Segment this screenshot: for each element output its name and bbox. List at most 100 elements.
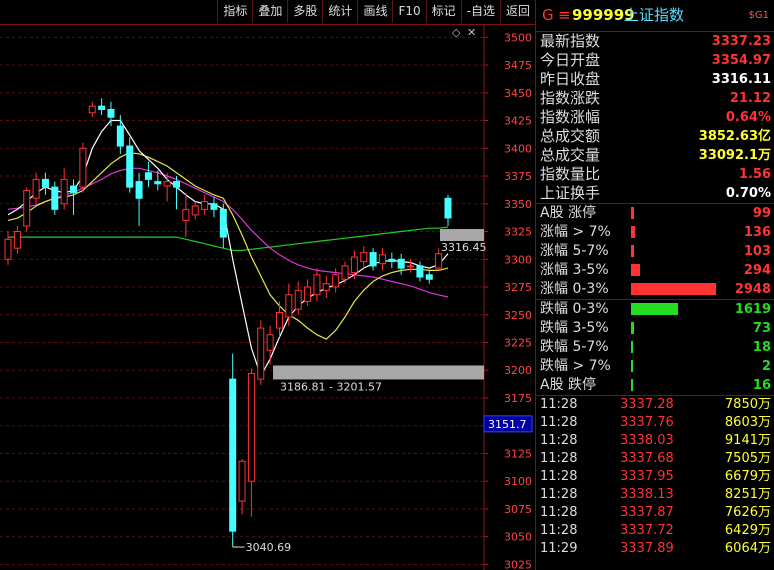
tick-volume: 7626万 (724, 505, 771, 520)
candle-body (60, 178, 68, 205)
dist-value: 136 (743, 225, 771, 240)
y-tick-label: 3100 (504, 475, 532, 488)
candle-body (126, 145, 134, 188)
y-tick-label: 3300 (504, 253, 532, 266)
security-name: 上证指数 (624, 6, 685, 24)
candle-body (341, 265, 349, 280)
dist-value: 294 (743, 263, 771, 278)
quote-label: 总成交量 (540, 146, 601, 164)
group-mark: G (542, 6, 554, 24)
dist-value: 2948 (734, 282, 771, 297)
candle-body (32, 178, 40, 199)
ma-green-line (8, 226, 449, 251)
dist-row: A股 涨停 99 (536, 204, 774, 223)
quote-header: G ≡ 999999 上证指数 $G1 (536, 0, 774, 32)
quote-value: 3337.23 (711, 34, 771, 49)
candle-body (313, 274, 321, 296)
candle-body (294, 289, 302, 310)
dist-bar (631, 379, 633, 391)
dist-row: 涨幅 > 7% 136 (536, 223, 774, 242)
tick-price: 3337.95 (620, 469, 674, 484)
tick-row: 11:28 3337.68 7505万 (536, 450, 774, 468)
y-tick-label: 3275 (504, 281, 532, 294)
dist-label: 跌幅 3-5% (540, 320, 609, 336)
dist-bar (631, 303, 678, 315)
menu-icon[interactable]: ≡ (558, 0, 571, 31)
quote-value: 0.70% (725, 186, 771, 201)
tick-list: 11:28 3337.28 7850万 11:28 3337.76 8603万 11:28 3… (536, 396, 774, 558)
quote-value: 21.12 (729, 91, 771, 106)
dist-row: 跌幅 5-7% 18 (536, 338, 774, 357)
tick-time: 11:28 (540, 415, 578, 430)
candle-body (275, 312, 283, 329)
candle-body (173, 181, 181, 188)
y-tick-label: 3125 (504, 447, 532, 460)
dist-value: 73 (752, 321, 771, 336)
dist-value: 2 (761, 359, 771, 374)
tick-price: 3338.03 (620, 433, 674, 448)
dist-row: A股 跌停 16 (536, 376, 774, 395)
tick-time: 11:29 (540, 541, 578, 556)
candle-body (416, 265, 424, 278)
tick-row: 11:29 3337.89 6064万 (536, 540, 774, 558)
candle-body (41, 178, 49, 188)
tick-volume: 8251万 (724, 487, 771, 502)
kline-chart[interactable]: 3500 3475 3450 3425 3400 3375 3350 3325 3300 3275… (0, 0, 535, 570)
tick-volume: 6064万 (724, 541, 771, 556)
quote-value: 3354.97 (711, 53, 771, 68)
dist-row: 涨幅 3-5% 294 (536, 261, 774, 280)
dist-value: 16 (752, 378, 771, 393)
candle-body (79, 147, 87, 188)
candle-body (154, 181, 162, 185)
quote-value: 1.56 (738, 167, 771, 182)
tick-volume: 6679万 (724, 469, 771, 484)
tick-time: 11:28 (540, 469, 578, 484)
candle-body (107, 108, 115, 118)
tick-time: 11:28 (540, 433, 578, 448)
quote-row: 今日开盘 3354.97 (536, 51, 774, 70)
dist-row: 涨幅 0-3% 2948 (536, 280, 774, 299)
candle-body (407, 265, 415, 268)
y-tick-label: 3375 (504, 170, 532, 183)
candle-body (135, 181, 143, 199)
y-tick-label: 3450 (504, 87, 532, 100)
dist-bar (631, 226, 635, 238)
candle-body (369, 252, 377, 267)
candle-body (388, 258, 396, 262)
quote-value: 3852.63亿 (698, 129, 771, 144)
quote-value: 33092.1万 (698, 148, 771, 163)
tick-row: 11:28 3337.95 6679万 (536, 468, 774, 486)
candle-body (191, 205, 199, 216)
y-tick-label: 3225 (504, 337, 532, 350)
dist-label: 涨幅 5-7% (540, 243, 609, 259)
tick-volume: 7505万 (724, 451, 771, 466)
dist-bar (631, 207, 634, 219)
dist-bar (631, 264, 640, 276)
candle-body (210, 203, 218, 210)
y-tick-label: 3325 (504, 226, 532, 239)
dist-row: 涨幅 5-7% 103 (536, 242, 774, 261)
y-tick-label: 3350 (504, 198, 532, 211)
candle-body (285, 294, 293, 318)
dist-label: 涨幅 0-3% (540, 281, 609, 297)
quote-panel: G ≡ 999999 上证指数 $G1 最新指数 3337.23 今日开盘 3354.… (535, 0, 774, 570)
tick-price: 3337.68 (620, 451, 674, 466)
candle-body (257, 327, 265, 380)
dist-value: 99 (752, 206, 771, 221)
dist-bar (631, 360, 633, 372)
tick-row: 11:28 3338.13 8251万 (536, 486, 774, 504)
quote-label: 最新指数 (540, 32, 601, 50)
candle-body (51, 186, 59, 210)
dist-label: 跌幅 5-7% (540, 339, 609, 355)
dist-row: 跌幅 > 7% 2 (536, 357, 774, 376)
candle-body (163, 181, 171, 187)
tick-volume: 7850万 (724, 397, 771, 412)
tick-volume: 8603万 (724, 415, 771, 430)
quote-row: 指数量比 1.56 (536, 165, 774, 184)
quote-label: 指数涨幅 (540, 108, 601, 126)
y-tick-label: 3200 (504, 364, 532, 377)
dist-label: 涨幅 3-5% (540, 262, 609, 278)
tick-time: 11:28 (540, 487, 578, 502)
tick-price: 3337.89 (620, 541, 674, 556)
dist-label: A股 跌停 (540, 377, 597, 393)
